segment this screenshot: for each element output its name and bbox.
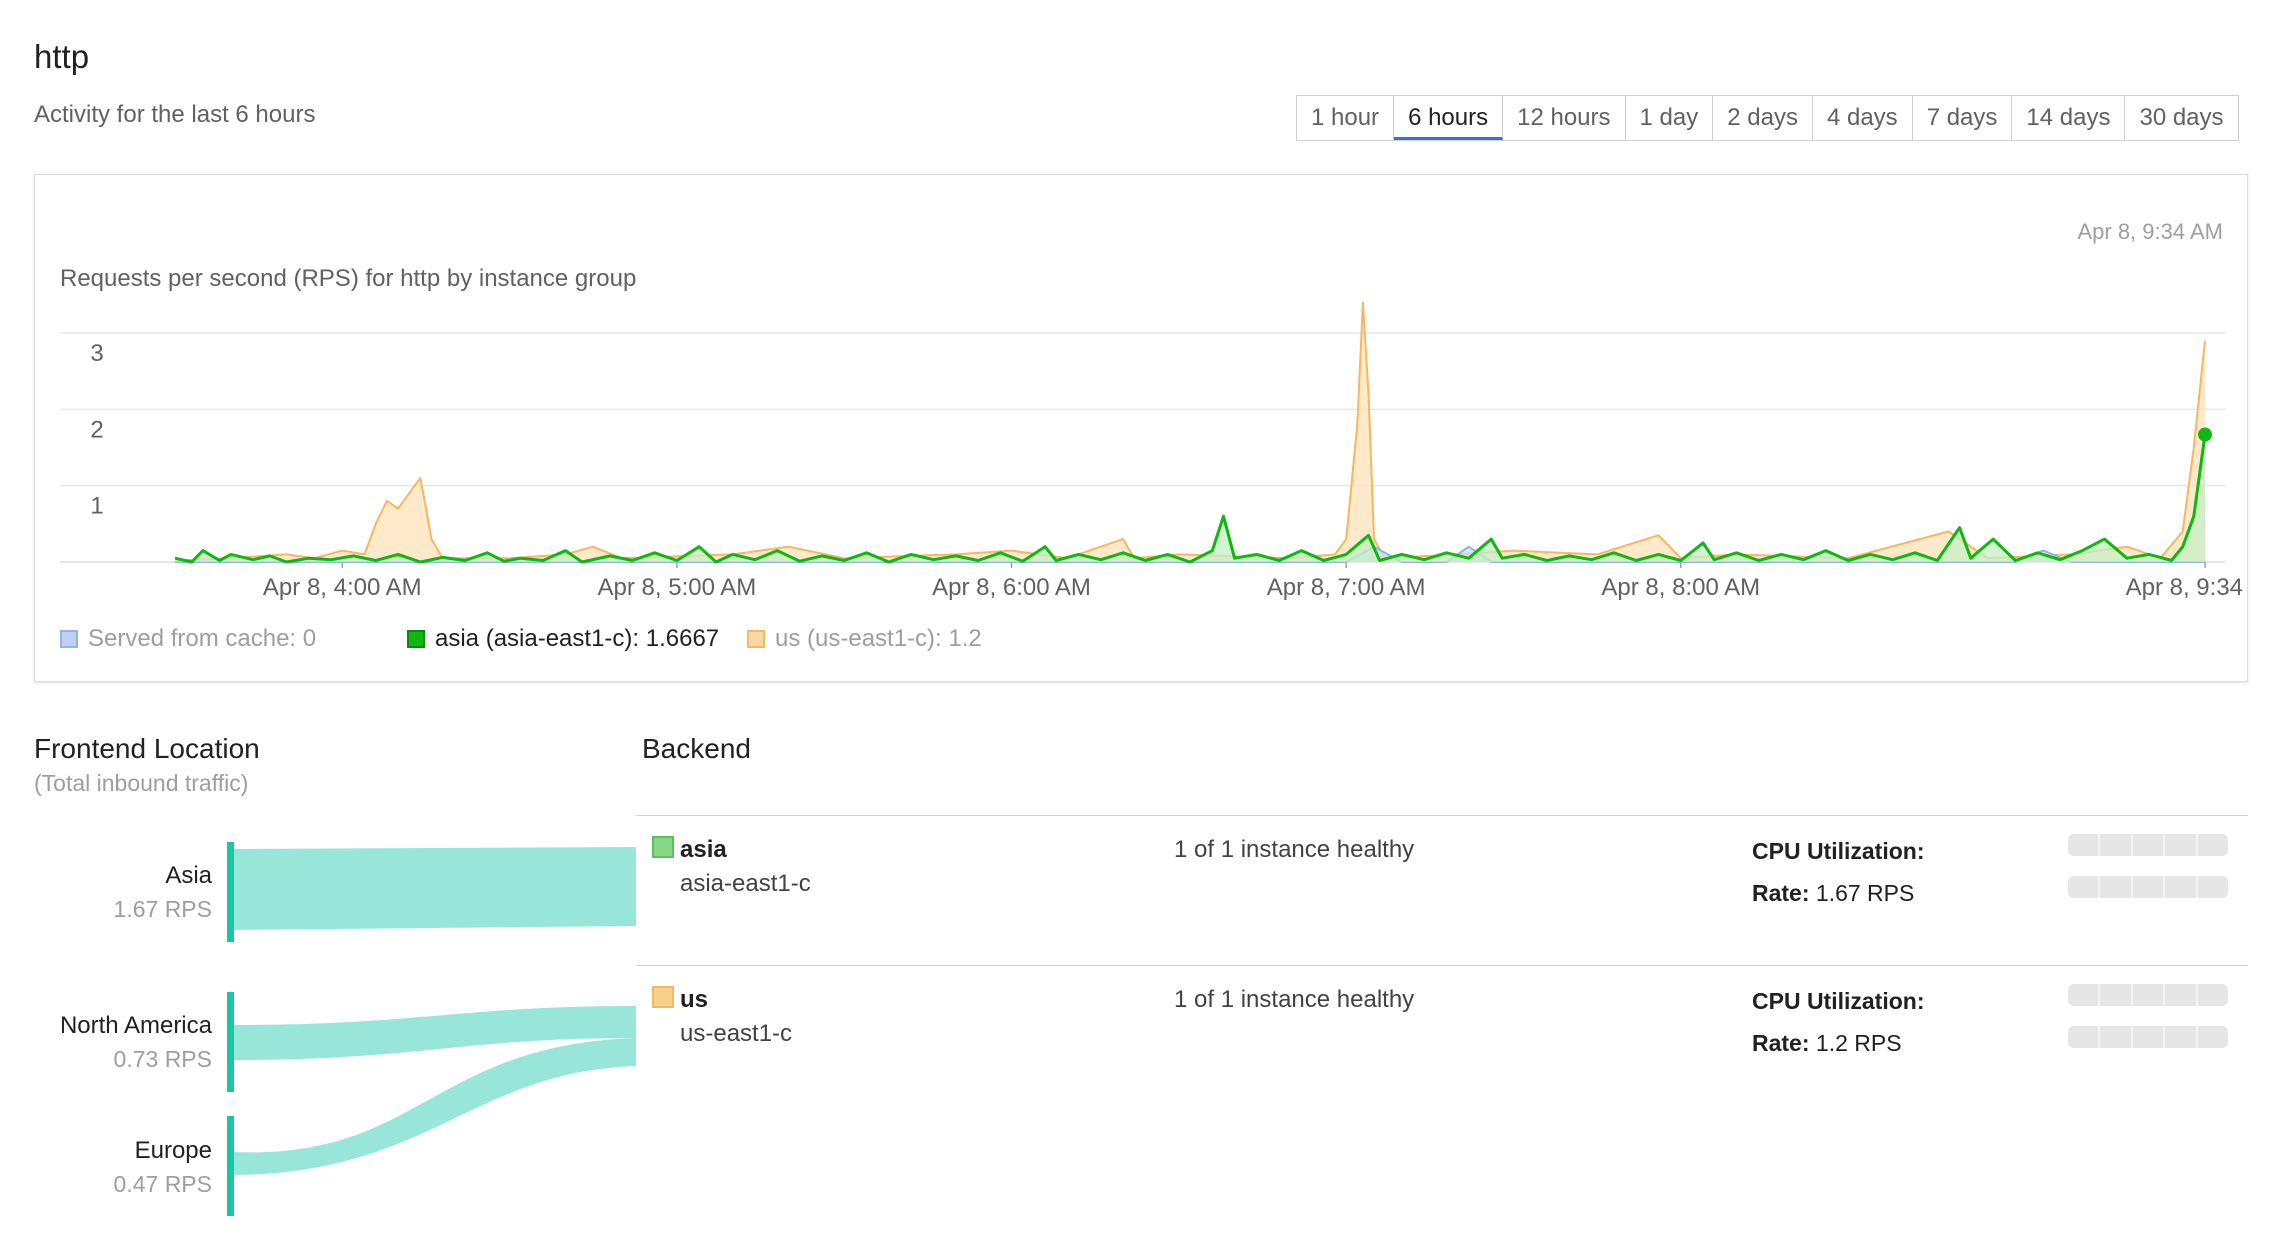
rate-label: Rate:: [1752, 880, 1810, 906]
cpu-label: CPU Utilization:: [1752, 838, 1925, 864]
tab-12-hours[interactable]: 12 hours: [1503, 96, 1626, 140]
backend-health-asia: 1 of 1 instance healthy: [1174, 836, 1415, 863]
cpu-label: CPU Utilization:: [1752, 988, 1925, 1014]
series-area-2: [175, 302, 2205, 562]
time-range-selector: 1 hour 6 hours 12 hours 1 day 2 days 4 d…: [1296, 95, 2239, 141]
legend-label-cache: Served from cache: 0: [88, 625, 317, 652]
cpu-utilization-placeholder: [2068, 984, 2228, 1006]
legend-swatch-us: [747, 630, 765, 648]
backend-swatch-us: [652, 986, 674, 1008]
tab-6-hours[interactable]: 6 hours: [1394, 96, 1504, 140]
legend-swatch-cache: [60, 630, 78, 648]
rate-label: Rate:: [1752, 1030, 1810, 1056]
x-tick-label: Apr 8, 4:00 AM: [263, 574, 422, 601]
rate-value: 1.2 RPS: [1815, 1030, 1902, 1056]
y-tick-label: 3: [90, 340, 103, 367]
x-tick-label: Apr 8, 6:00 AM: [932, 574, 1091, 601]
flow-asia-to-asia[interactable]: [232, 847, 636, 930]
rate-value: 1.67 RPS: [1815, 880, 1915, 906]
rps-chart-card: Apr 8, 9:34 AM Requests per second (RPS)…: [34, 174, 2248, 682]
legend-us[interactable]: us (us-east1-c): 1.2: [747, 625, 982, 653]
rps-chart[interactable]: 1 2 3 Apr 8, 4:00 AM Apr 8, 5:00 AM Apr 8, 6:…: [35, 175, 2247, 681]
y-tick-label: 1: [90, 493, 103, 520]
cpu-utilization-placeholder: [2068, 834, 2228, 856]
backend-divider: [636, 965, 2248, 966]
backend-title: Backend: [642, 733, 751, 764]
tab-1-hour[interactable]: 1 hour: [1297, 96, 1395, 140]
page-subtitle: Activity for the last 6 hours: [34, 101, 316, 128]
x-tick-label: Apr 8, 5:00 AM: [598, 574, 757, 601]
rate-sparkline-placeholder: [2068, 1026, 2228, 1048]
x-tick-label: Apr 8, 8:00 AM: [1601, 574, 1760, 601]
x-tick-label: Apr 8, 9:34 AM: [2126, 574, 2247, 601]
backend-swatch-asia: [652, 836, 674, 858]
legend-label-asia: asia (asia-east1-c): 1.6667: [435, 625, 720, 652]
tab-14-days[interactable]: 14 days: [2012, 96, 2126, 140]
backend-cpu-asia: CPU Utilization:: [1752, 838, 1925, 865]
series-area-1: [175, 434, 2205, 562]
series-line-2: [174, 301, 2206, 562]
tab-4-days[interactable]: 4 days: [1813, 96, 1913, 140]
tab-7-days[interactable]: 7 days: [1913, 96, 2013, 140]
rate-sparkline-placeholder: [2068, 876, 2228, 898]
legend-label-us: us (us-east1-c): 1.2: [775, 625, 982, 652]
legend-swatch-asia: [407, 630, 425, 648]
y-tick-label: 2: [90, 416, 103, 443]
legend-cache[interactable]: Served from cache: 0: [60, 625, 316, 653]
page-title: http: [34, 38, 90, 75]
backend-divider: [636, 815, 2248, 816]
location-bar-north-america: [227, 992, 234, 1092]
location-bar-europe: [227, 1116, 234, 1216]
location-bar-asia: [227, 842, 234, 942]
backend-rate-us: Rate: 1.2 RPS: [1752, 1030, 1902, 1057]
backend-cpu-us: CPU Utilization:: [1752, 988, 1925, 1015]
backend-health-us: 1 of 1 instance healthy: [1174, 986, 1415, 1013]
backend-rate-asia: Rate: 1.67 RPS: [1752, 880, 1914, 907]
x-tick-label: Apr 8, 7:00 AM: [1267, 574, 1426, 601]
frontend-title: Frontend Location: [34, 733, 260, 764]
series-line-1: [174, 434, 2207, 564]
current-value-marker: [2198, 427, 2212, 442]
tab-1-day[interactable]: 1 day: [1626, 96, 1714, 140]
backend-name-us[interactable]: us: [680, 986, 708, 1014]
frontend-subtitle: (Total inbound traffic): [34, 770, 249, 796]
backend-name-asia[interactable]: asia: [680, 836, 727, 864]
tab-2-days[interactable]: 2 days: [1713, 96, 1813, 140]
tab-30-days[interactable]: 30 days: [2125, 96, 2237, 140]
legend-asia[interactable]: asia (asia-east1-c): 1.6667: [407, 625, 719, 653]
traffic-flow-diagram: [227, 842, 636, 1216]
backend-zone-asia: asia-east1-c: [680, 870, 811, 897]
backend-zone-us: us-east1-c: [680, 1020, 793, 1047]
